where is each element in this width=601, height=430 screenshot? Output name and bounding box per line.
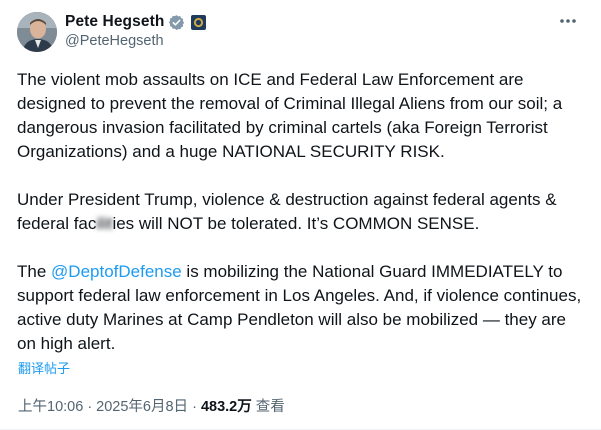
tweet-paragraph-1: The violent mob assaults on ICE and Fede… [17,70,563,161]
tweet-card: Pete Hegseth @PeteHegseth The violent mo… [0,0,601,430]
tweet-body: The violent mob assaults on ICE and Fede… [17,68,585,356]
tweet-paragraph-3: The @DeptofDefense is mobilizing the Nat… [17,260,585,356]
verified-badge-icon[interactable] [168,14,185,31]
mention-link[interactable]: @DeptofDefense [51,262,182,281]
paragraph-2-text-end: ies will NOT be tolerated. It’s COMMON S… [112,214,480,233]
more-options-icon[interactable] [558,14,578,28]
user-handle[interactable]: @PeteHegseth [65,33,164,49]
tweet-header: Pete Hegseth @PeteHegseth [17,12,584,58]
government-affiliation-icon[interactable] [191,14,207,30]
tweet-paragraph-2: Under President Trump, violence & destru… [17,188,585,236]
translate-post-link[interactable]: 翻译帖子 [18,358,70,377]
views-count: 483.2万 [200,399,252,415]
avatar[interactable] [17,12,57,52]
display-name[interactable]: Pete Hegseth [65,13,164,31]
views-label: 查看 [251,399,285,415]
timestamp-link[interactable]: 上午10:06 · 2025年6月8日 · [18,399,201,415]
name-row: Pete Hegseth [65,12,207,32]
tweet-metadata: 上午10:06 · 2025年6月8日 · 483.2万 查看 [18,395,285,416]
blurred-fragment: ilit [96,214,113,233]
paragraph-3-text-start: The [17,262,52,281]
